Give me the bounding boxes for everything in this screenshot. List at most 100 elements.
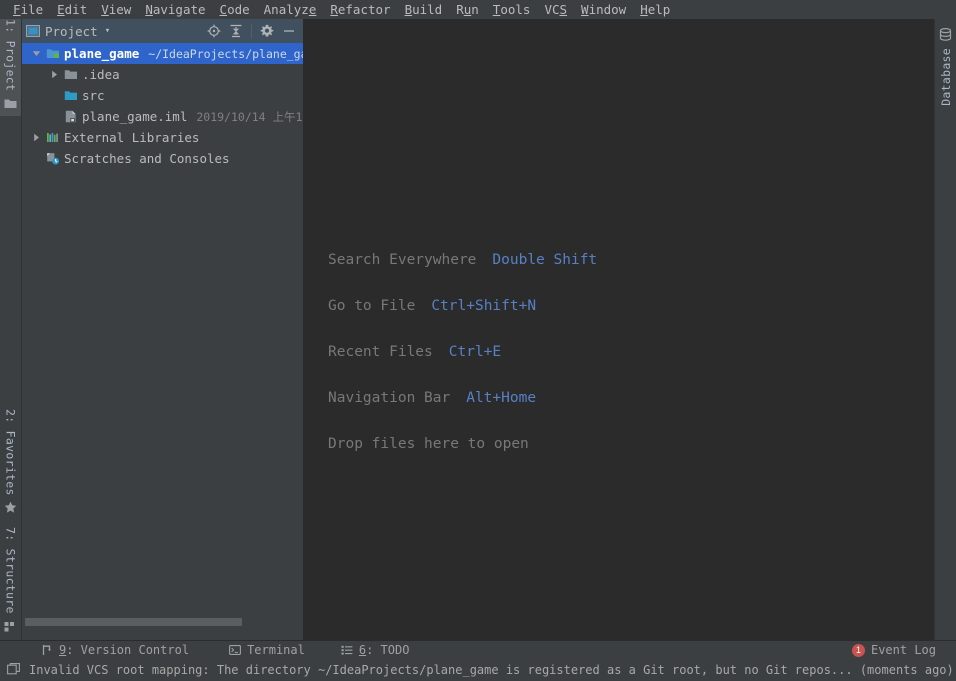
menu-item-analyze[interactable]: Analyze — [257, 0, 324, 19]
star-icon — [4, 499, 17, 518]
chevron-right-icon[interactable] — [46, 70, 62, 79]
sidebar-item-structure[interactable]: 7: Structure — [0, 527, 21, 639]
collapse-all-icon[interactable] — [226, 21, 246, 41]
tool-button-event-log-label: Event Log — [870, 643, 936, 657]
menu-item-refactor[interactable]: Refactor — [323, 0, 397, 19]
menu-item-mnemonic: H — [640, 2, 648, 17]
editor-hint-row: Recent Files Ctrl+E — [328, 329, 597, 375]
scratches-icon — [44, 152, 62, 165]
tool-button-version-control[interactable]: 9 : Version Control — [32, 641, 198, 660]
menu-item-mnemonic: T — [492, 2, 501, 17]
editor-empty-area[interactable]: Search Everywhere Double Shift Go to File C… — [304, 19, 934, 640]
menu-item-edit[interactable]: Edit — [50, 0, 94, 19]
menu-item-mnemonic: S — [559, 2, 568, 17]
editor-hint-action: Go to File — [328, 298, 416, 314]
iml-file-icon — [62, 110, 80, 123]
toolbar-divider — [251, 24, 252, 38]
menu-item-view[interactable]: View — [94, 0, 138, 19]
menu-item-mnemonic: C — [219, 2, 228, 17]
folder-icon — [62, 68, 80, 81]
terminal-icon — [229, 644, 242, 656]
menu-item-run[interactable]: Run — [449, 0, 486, 19]
right-tool-strip: Database — [934, 19, 956, 640]
tree-node-external-libraries[interactable]: External Libraries — [22, 127, 303, 148]
sidebar-item-project[interactable]: 1: Project — [0, 19, 21, 117]
sidebar-item-favorites-label: 2: Favorites — [3, 409, 18, 496]
project-tool-window: Project ▾ plane_game ~/IdeaProjects/plan… — [22, 19, 304, 640]
project-tree-hscrollbar[interactable] — [22, 617, 303, 627]
project-panel-title: Project — [45, 23, 98, 39]
tree-node-label: External Libraries — [64, 130, 200, 145]
editor-hint-list: Search Everywhere Double Shift Go to File C… — [328, 237, 597, 467]
chevron-down-icon[interactable]: ▾ — [105, 26, 110, 36]
menu-item-mnemonic: u — [463, 2, 472, 17]
editor-hint-row: Navigation Bar Alt+Home — [328, 375, 597, 421]
source-folder-icon — [62, 89, 80, 102]
menu-item-window[interactable]: Window — [574, 0, 633, 19]
menu-item-mnemonic: B — [404, 2, 413, 17]
menu-item-code[interactable]: Code — [213, 0, 257, 19]
tool-button-event-log[interactable]: 1 Event Log — [843, 641, 956, 660]
chevron-right-icon[interactable] — [28, 133, 44, 142]
menu-item-vcs[interactable]: VCS — [537, 0, 574, 19]
window-icon[interactable] — [7, 661, 20, 680]
editor-hint-row: Search Everywhere Double Shift — [328, 237, 597, 283]
project-tree[interactable]: plane_game ~/IdeaProjects/plane_ga .idea sr… — [22, 43, 303, 624]
menu-item-build[interactable]: Build — [398, 0, 450, 19]
menu-item-mnemonic: F — [13, 2, 21, 17]
todo-list-icon — [341, 644, 353, 656]
tool-button-todo[interactable]: 6 : TODO — [332, 641, 419, 660]
editor-hint-action: Recent Files — [328, 344, 433, 360]
libraries-icon — [44, 131, 62, 144]
locate-icon[interactable] — [204, 21, 224, 41]
tree-node-plane-game[interactable]: plane_game ~/IdeaProjects/plane_ga — [22, 43, 303, 64]
tree-node-label: plane_game.iml — [82, 109, 188, 124]
editor-hint-action: Drop files here to open — [328, 436, 529, 452]
editor-hint-action: Search Everywhere — [328, 252, 477, 268]
status-message[interactable]: Invalid VCS root mapping: The directory … — [29, 663, 954, 677]
tree-node-meta: 2019/10/14 上午10 — [196, 109, 303, 124]
event-log-badge: 1 — [851, 643, 865, 657]
sidebar-item-structure-label: 7: Structure — [3, 527, 18, 614]
project-folder-icon — [4, 94, 17, 113]
editor-hint-shortcut: Ctrl+E — [448, 344, 502, 360]
sidebar-item-database[interactable]: Database — [935, 23, 956, 106]
menu-item-mnemonic: W — [581, 2, 589, 17]
menu-item-tools[interactable]: Tools — [486, 0, 538, 19]
project-view-icon — [26, 22, 40, 41]
menu-bar: File Edit View Navigate Code Analyze Refactor B… — [0, 0, 956, 19]
tool-button-version-control-num: 9 — [59, 643, 67, 657]
editor-hint-action: Navigation Bar — [328, 390, 451, 406]
editor-hint-shortcut: Ctrl+Shift+N — [431, 298, 537, 314]
gear-icon[interactable] — [257, 21, 277, 41]
menu-item-file[interactable]: File — [6, 0, 50, 19]
editor-hint-shortcut: Double Shift — [492, 252, 598, 268]
tree-node-label: .idea — [82, 67, 120, 82]
tool-button-terminal-label: Terminal — [247, 643, 305, 657]
menu-item-mnemonic: R — [330, 2, 338, 17]
tree-node-idea[interactable]: .idea — [22, 64, 303, 85]
menu-item-help[interactable]: Help — [633, 0, 677, 19]
ide-window: File Edit View Navigate Code Analyze Refactor B… — [0, 0, 956, 681]
minimize-icon[interactable] — [279, 21, 299, 41]
vcs-branch-icon — [41, 644, 53, 656]
tree-node-label: Scratches and Consoles — [64, 151, 230, 166]
project-panel-header: Project ▾ — [22, 19, 303, 43]
tree-node-label: src — [82, 88, 105, 103]
editor-hint-row: Go to File Ctrl+Shift+N — [328, 283, 597, 329]
tree-node-src[interactable]: src — [22, 85, 303, 106]
tool-button-terminal[interactable]: Terminal — [220, 641, 314, 660]
scrollbar-thumb[interactable] — [25, 618, 242, 626]
tree-node-scratches-and-consoles[interactable]: Scratches and Consoles — [22, 148, 303, 169]
editor-hint-shortcut: Alt+Home — [466, 390, 537, 406]
project-panel-toolbar — [204, 21, 299, 41]
menu-item-navigate[interactable]: Navigate — [138, 0, 212, 19]
menu-item-mnemonic: V — [101, 2, 109, 17]
sidebar-item-favorites[interactable]: 2: Favorites — [0, 409, 21, 521]
tree-node-plane-game-iml[interactable]: plane_game.iml 2019/10/14 上午10 — [22, 106, 303, 127]
status-bar: Invalid VCS root mapping: The directory … — [0, 659, 956, 681]
chevron-down-icon[interactable] — [28, 49, 44, 58]
